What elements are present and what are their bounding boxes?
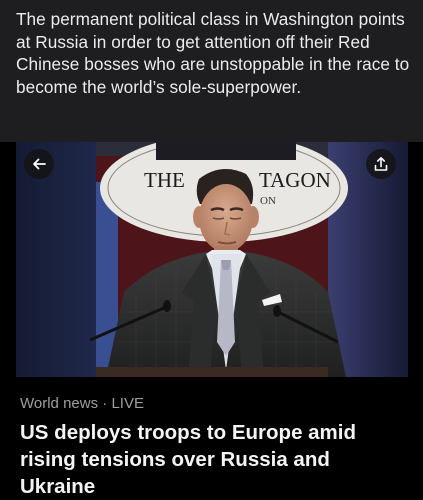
seal-text-small: ON bbox=[260, 195, 276, 207]
live-status: LIVE bbox=[111, 395, 144, 412]
news-headline[interactable]: US deploys troops to Europe amid rising … bbox=[20, 419, 404, 500]
seal-text-left: THE bbox=[144, 168, 185, 192]
meta-separator: · bbox=[102, 395, 108, 412]
seal-text-right: TAGON bbox=[259, 168, 331, 192]
arrow-left-icon bbox=[33, 158, 46, 170]
source-label: World news bbox=[20, 395, 99, 412]
back-button[interactable] bbox=[24, 149, 54, 179]
card-meta: World news · LIVE bbox=[20, 395, 144, 413]
headline-area[interactable]: World news · LIVE US deploys troops to E… bbox=[16, 377, 408, 500]
news-card[interactable]: THE TAGON ON World news · LIVE US deploy… bbox=[16, 142, 408, 500]
post-text-area: The permanent political class in Washing… bbox=[0, 0, 423, 142]
news-image[interactable]: THE TAGON ON bbox=[16, 142, 408, 377]
share-button[interactable] bbox=[366, 149, 396, 179]
briefing-photo: THE TAGON ON bbox=[16, 142, 408, 377]
post-text: The permanent political class in Washing… bbox=[16, 9, 410, 97]
share-upload-icon bbox=[374, 157, 388, 171]
